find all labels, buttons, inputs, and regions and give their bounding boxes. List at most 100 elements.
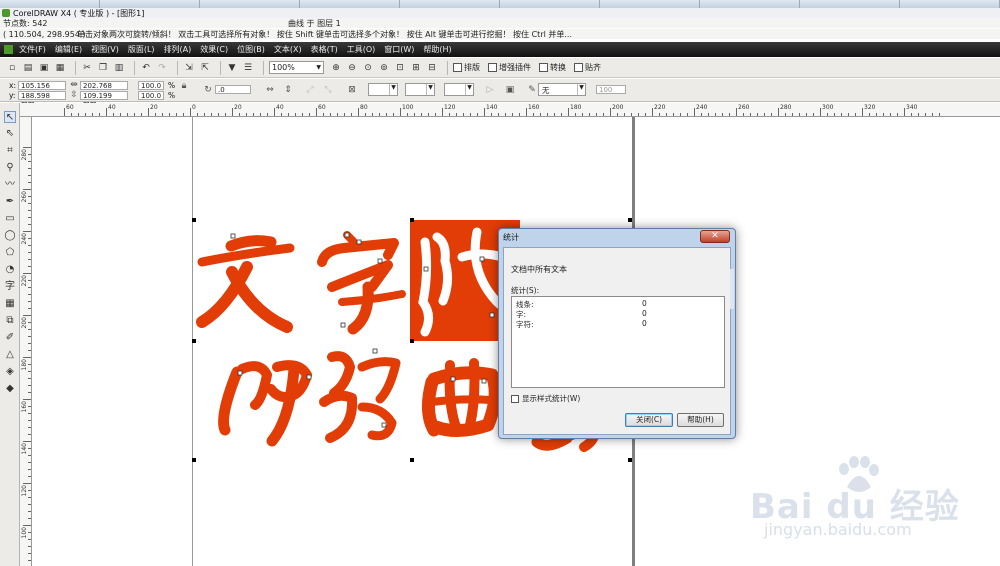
ruler-major-tick xyxy=(23,315,31,316)
menu-help[interactable]: 帮助(H) xyxy=(423,44,451,55)
lock-ratio-icon[interactable]: 🔒︎ xyxy=(178,80,190,92)
application-launcher-icon[interactable]: ▼ xyxy=(226,62,238,74)
combine-icon[interactable]: ⤡ xyxy=(322,84,334,96)
outline-pen-icon[interactable]: ✎ xyxy=(526,84,538,96)
width-field[interactable]: 202.768 mm xyxy=(80,81,128,98)
rectangle-tool-icon[interactable]: ▭ xyxy=(4,213,16,225)
interactive-fill-icon[interactable]: ◆ xyxy=(4,383,16,395)
zoom-out-icon[interactable]: ⊖ xyxy=(346,62,358,74)
stats-list[interactable]: 线条: 0 字: 0 字符: 0 xyxy=(511,296,725,388)
taskbar-button[interactable] xyxy=(400,0,500,8)
taskbar-button[interactable] xyxy=(500,0,600,8)
freehand-tool-icon[interactable]: 〰 xyxy=(4,179,16,191)
plugin-snap-button[interactable]: 贴齐 xyxy=(574,62,601,73)
zoom-height-icon[interactable]: ⊟ xyxy=(426,62,438,74)
interactive-blend-icon[interactable]: ⧉ xyxy=(4,315,16,327)
menu-bitmaps[interactable]: 位图(B) xyxy=(237,44,265,55)
eyedropper-tool-icon[interactable]: ✐ xyxy=(4,332,16,344)
menu-effects[interactable]: 效果(C) xyxy=(200,44,228,55)
zoom-all-icon[interactable]: ⊚ xyxy=(378,62,390,74)
ruler-minor-tick xyxy=(169,113,170,116)
menu-view[interactable]: 视图(V) xyxy=(91,44,119,55)
mirror-horizontal-icon[interactable]: ⇔ xyxy=(264,84,276,96)
taskbar-button[interactable] xyxy=(300,0,400,8)
menu-text[interactable]: 文本(X) xyxy=(274,44,302,55)
plugin-enhance-button[interactable]: 增强插件 xyxy=(488,62,531,73)
export-icon[interactable]: ⇱ xyxy=(199,62,211,74)
vertical-ruler[interactable]: 280 260 240 220 200 180 160 140 120 100 xyxy=(20,117,32,566)
arrow-icon[interactable]: ▷ xyxy=(484,84,496,96)
horizontal-ruler[interactable]: 60 40 20 0 20 40 60 80 100 120 140 160 180 200 220 240 2… xyxy=(20,103,1000,117)
open-icon[interactable]: ▤ xyxy=(22,62,34,74)
taskbar-button[interactable] xyxy=(800,0,900,8)
y-position-field[interactable]: 188.598 mm xyxy=(18,91,66,108)
ruler-minor-tick xyxy=(28,413,31,414)
height-field[interactable]: 109.199 mm xyxy=(80,91,128,108)
mirror-vertical-icon[interactable]: ⇕ xyxy=(282,84,294,96)
document-menu-icon[interactable] xyxy=(4,45,13,54)
show-style-stats-checkbox[interactable]: 显示样式统计(W) xyxy=(511,393,580,404)
help-button[interactable]: 帮助(H) xyxy=(677,413,724,427)
nudge-field[interactable]: 100 xyxy=(596,85,626,94)
ruler-minor-tick xyxy=(28,427,31,428)
taskbar-button[interactable] xyxy=(200,0,300,8)
rotation-angle-field[interactable]: .0 xyxy=(215,85,251,94)
welcome-screen-icon[interactable]: ☰ xyxy=(242,62,254,74)
cursor-coords: ( 110.504, 298.954 ) xyxy=(3,29,86,39)
text-tool-icon[interactable]: 字 xyxy=(4,281,16,293)
ruler-minor-tick xyxy=(785,113,786,116)
plugin-convert-button[interactable]: 转换 xyxy=(539,62,566,73)
wrap-text-select[interactable]: ▼ xyxy=(368,83,398,96)
shape-tool-icon[interactable]: ⇖ xyxy=(4,128,16,140)
basic-shapes-icon[interactable]: ◔ xyxy=(4,264,16,276)
scale-x-field[interactable]: 100.0 xyxy=(138,81,164,90)
pick-tool-icon[interactable]: ↖ xyxy=(4,111,16,123)
dialog-close-button[interactable]: ✕ xyxy=(700,230,730,243)
undo-icon[interactable]: ↶ xyxy=(140,62,152,74)
group-icon[interactable]: ⊠ xyxy=(346,84,358,96)
table-tool-icon[interactable]: ▦ xyxy=(4,298,16,310)
menu-edit[interactable]: 编辑(E) xyxy=(55,44,82,55)
crop-tool-icon[interactable]: ⌗ xyxy=(4,145,16,157)
to-front-icon[interactable]: ▣ xyxy=(504,84,516,96)
break-apart-icon[interactable]: ⤢ xyxy=(304,84,316,96)
scale-y-field[interactable]: 100.0 xyxy=(138,91,164,100)
menu-window[interactable]: 窗口(W) xyxy=(384,44,414,55)
zoom-level-select[interactable]: 100% ▼ xyxy=(269,61,324,74)
zoom-page-icon[interactable]: ⊡ xyxy=(394,62,406,74)
close-button[interactable]: 关闭(C) xyxy=(625,413,673,427)
fill-tool-icon[interactable]: ◈ xyxy=(4,366,16,378)
menu-layout[interactable]: 版面(L) xyxy=(128,44,155,55)
zoom-width-icon[interactable]: ⊞ xyxy=(410,62,422,74)
fill-select[interactable]: ▼ xyxy=(405,83,435,96)
taskbar-button[interactable] xyxy=(900,0,1000,8)
outline-width-select[interactable]: 无 ▼ xyxy=(538,83,586,96)
outline-tool-icon[interactable]: △ xyxy=(4,349,16,361)
paste-icon[interactable]: ▥ xyxy=(113,62,125,74)
menu-file[interactable]: 文件(F) xyxy=(19,44,46,55)
ruler-minor-tick xyxy=(673,113,674,116)
redo-icon[interactable]: ↷ xyxy=(156,62,168,74)
polygon-tool-icon[interactable]: ⬠ xyxy=(4,247,16,259)
taskbar-button[interactable] xyxy=(600,0,700,8)
plugin-typeset-button[interactable]: 排版 xyxy=(453,62,480,73)
copy-icon[interactable]: ❐ xyxy=(97,62,109,74)
zoom-selected-icon[interactable]: ⊙ xyxy=(362,62,374,74)
ellipse-tool-icon[interactable]: ◯ xyxy=(4,230,16,242)
x-position-field[interactable]: 105.156 mm xyxy=(18,81,66,98)
chevron-down-icon: ▼ xyxy=(389,84,397,95)
taskbar-button[interactable] xyxy=(700,0,800,8)
print-icon[interactable]: ▦ xyxy=(54,62,66,74)
new-document-icon[interactable]: ▫ xyxy=(6,62,18,74)
zoom-tool-icon[interactable]: ⚲ xyxy=(4,162,16,174)
cut-icon[interactable]: ✂ xyxy=(81,62,93,74)
checkbox-box[interactable] xyxy=(511,394,519,403)
menu-table[interactable]: 表格(T) xyxy=(311,44,338,55)
smart-fill-icon[interactable]: ✒ xyxy=(4,196,16,208)
menu-tools[interactable]: 工具(O) xyxy=(347,44,376,55)
import-icon[interactable]: ⇲ xyxy=(183,62,195,74)
zoom-in-icon[interactable]: ⊕ xyxy=(330,62,342,74)
menu-arrange[interactable]: 排列(A) xyxy=(164,44,192,55)
outline-color-select[interactable]: ▼ xyxy=(444,83,474,96)
save-icon[interactable]: ▣ xyxy=(38,62,50,74)
